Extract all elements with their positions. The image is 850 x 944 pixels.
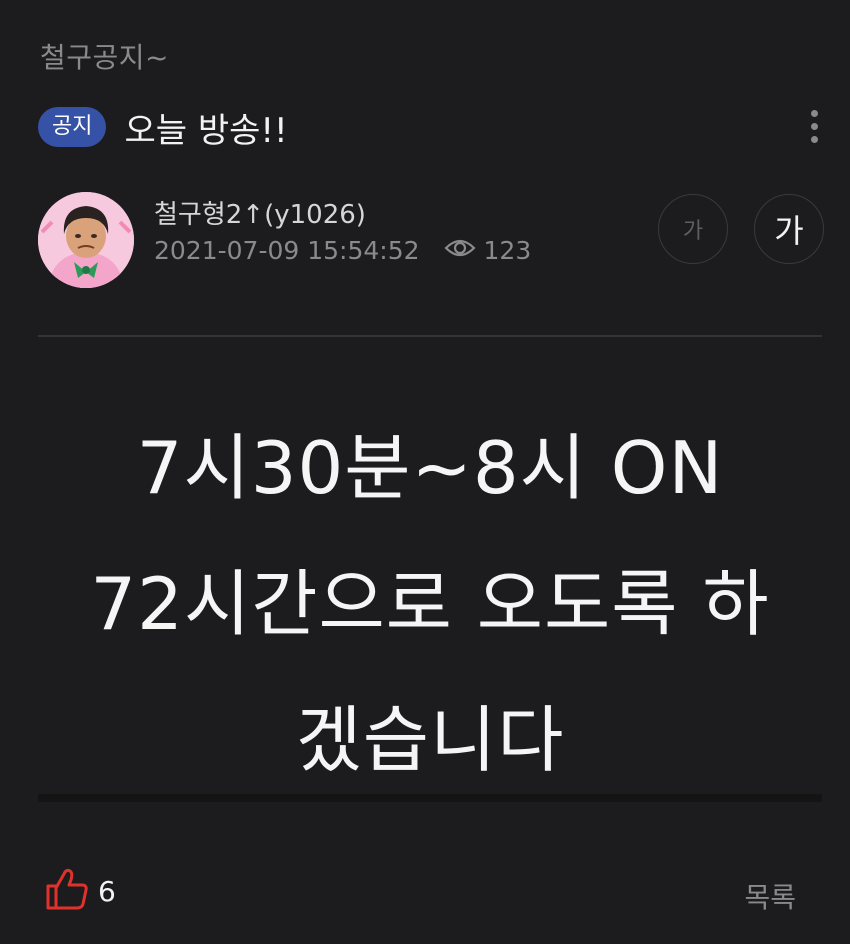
author-name[interactable]: 철구형2↑(y1026) [154, 194, 366, 231]
dot [810, 109, 818, 117]
list-button[interactable]: 목록 [744, 876, 796, 916]
view-count: 123 [483, 236, 532, 265]
post-body: 7시30분~8시 ON 72시간으로 오도록 하 겠습니다 [38, 400, 822, 808]
author-row: 철구형2↑(y1026) 2021-07-09 15:54:52 123 가 가 [38, 190, 828, 290]
post-title-row: 공지 오늘 방송!! [38, 102, 828, 152]
post-meta: 2021-07-09 15:54:52 123 [154, 236, 531, 265]
more-options-icon[interactable] [804, 104, 824, 148]
like-button[interactable]: 6 [44, 866, 116, 916]
avatar-illustration [38, 192, 134, 288]
post-datetime: 2021-07-09 15:54:52 [154, 236, 420, 265]
post-title: 오늘 방송!! [124, 110, 288, 151]
font-size-increase-button[interactable]: 가 [754, 194, 824, 264]
divider [38, 794, 822, 802]
eye-icon [443, 236, 476, 265]
post-body-line: 겠습니다 [295, 698, 565, 782]
post-body-line: 7시30분~8시 ON [136, 426, 724, 510]
thumbs-up-icon [44, 866, 90, 916]
notice-badge: 공지 [38, 107, 107, 147]
font-size-decrease-button[interactable]: 가 [658, 194, 728, 264]
board-name[interactable]: 철구공지~ [40, 36, 169, 76]
post-view-page: 철구공지~ 공지 오늘 방송!! 철구형2↑(y1026) 2021-07-09… [0, 0, 850, 944]
post-body-line: 72시간으로 오도록 하 [90, 562, 770, 646]
dot [810, 122, 818, 130]
like-count: 6 [98, 874, 116, 908]
dot [810, 135, 818, 143]
divider [38, 335, 822, 337]
avatar[interactable] [38, 192, 134, 288]
